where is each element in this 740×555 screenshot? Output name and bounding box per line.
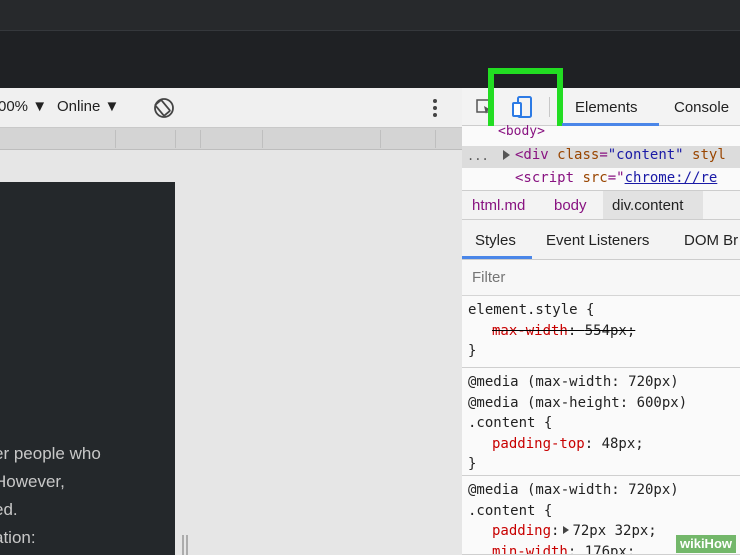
- more-options-icon[interactable]: [430, 97, 440, 119]
- css-property: max-width: [492, 322, 568, 339]
- css-property: min-width: [492, 543, 568, 555]
- rule-selector: .content {: [468, 502, 553, 519]
- rule-media-query: @media (max-height: 600px): [468, 394, 688, 411]
- styles-filter-input[interactable]: [472, 269, 712, 286]
- browser-title-bar: [0, 0, 740, 30]
- dom-tag: <div: [515, 147, 558, 163]
- tab-event-listeners[interactable]: Event Listeners: [546, 232, 649, 249]
- rule-declaration[interactable]: max-width: 554px;: [468, 321, 740, 342]
- dom-attr: class: [557, 147, 600, 163]
- network-value: Online: [57, 98, 101, 115]
- css-colon: :: [567, 322, 585, 339]
- css-colon: :: [551, 523, 560, 539]
- rule-close: }: [468, 456, 477, 472]
- active-subtab-indicator: [462, 256, 532, 259]
- browser-toolbar: [0, 30, 740, 88]
- network-throttle-dropdown[interactable]: Online ▼: [57, 98, 119, 115]
- tab-elements[interactable]: Elements: [575, 99, 638, 116]
- dom-eq: =: [599, 147, 608, 163]
- viewport-ruler: [0, 128, 462, 150]
- tab-console[interactable]: Console: [674, 99, 729, 116]
- dom-attr: styl: [683, 147, 726, 163]
- expand-shorthand-icon[interactable]: [563, 526, 570, 534]
- dom-eq: =": [607, 170, 625, 186]
- zoom-value: 00%: [0, 98, 29, 115]
- tab-dom-breakpoints[interactable]: DOM Br: [684, 232, 738, 249]
- rotate-icon[interactable]: [152, 96, 176, 120]
- css-value: 48px;: [601, 435, 644, 452]
- rule-media-query: @media (max-width: 720px): [468, 374, 679, 390]
- dom-ellipsis[interactable]: ...: [467, 149, 489, 163]
- tab-divider: [549, 97, 550, 117]
- style-rule-media-content[interactable]: @media (max-width: 720px) @media (max-he…: [462, 368, 740, 476]
- dom-tag: <script: [515, 170, 583, 186]
- tab-styles[interactable]: Styles: [475, 232, 516, 249]
- zoom-dropdown[interactable]: 00% ▼: [0, 98, 47, 115]
- page-text-line: ation:: [0, 528, 36, 547]
- page-text-line: er people who: [0, 444, 101, 463]
- css-value: 554px;: [584, 322, 636, 339]
- page-text-line: ed.: [0, 500, 18, 519]
- breadcrumb-body[interactable]: body: [554, 197, 587, 214]
- rule-close: }: [468, 343, 477, 359]
- dom-node-div[interactable]: <div class="content" styl: [515, 147, 726, 163]
- rule-selector: .content {: [468, 415, 553, 431]
- css-property: padding-top: [492, 435, 585, 452]
- resize-handle-icon[interactable]: [180, 535, 190, 555]
- device-toolbar: 00% ▼ Online ▼: [0, 88, 462, 128]
- page-text-line: However,: [0, 472, 65, 491]
- css-colon: :: [567, 543, 585, 555]
- css-colon: :: [584, 435, 602, 452]
- rule-selector: element.style {: [468, 302, 595, 318]
- dom-script-link[interactable]: chrome://re: [625, 170, 718, 186]
- dom-node-script[interactable]: <script src="chrome://re: [515, 170, 717, 186]
- css-property: padding: [492, 523, 552, 539]
- watermark-logo: wikiHow: [676, 535, 736, 553]
- css-value: 72px 32px;: [572, 523, 657, 539]
- rule-declaration[interactable]: padding-top: 48px;: [468, 434, 740, 455]
- style-rule-element[interactable]: element.style { max-width: 554px; }: [462, 296, 740, 368]
- rule-media-query: @media (max-width: 720px): [468, 482, 679, 498]
- dom-attr: src: [582, 170, 608, 186]
- css-value: 176px;: [584, 543, 636, 555]
- breadcrumb-div-content[interactable]: div.content: [612, 197, 683, 214]
- expand-triangle-icon[interactable]: [503, 150, 510, 160]
- emulated-page-text: er people who However, ed. ation:: [0, 440, 175, 552]
- dom-node-body[interactable]: <body>: [498, 124, 545, 139]
- breadcrumb-html[interactable]: html.md: [472, 197, 525, 214]
- dom-attr-value: "content": [607, 147, 684, 163]
